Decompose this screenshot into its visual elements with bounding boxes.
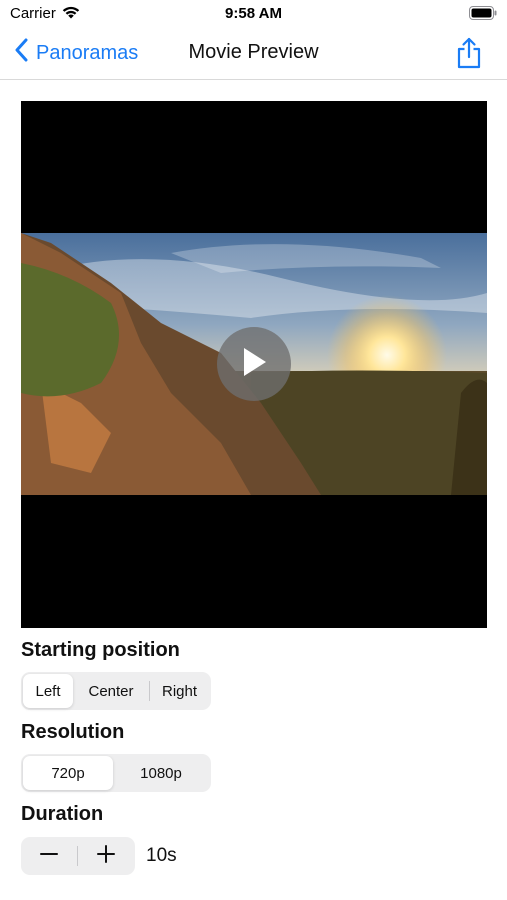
clock: 9:58 AM: [225, 5, 282, 22]
resolution-segmented-control: 720p 1080p: [21, 754, 211, 792]
increment-button[interactable]: [78, 837, 134, 875]
decrement-button[interactable]: [21, 837, 77, 875]
segment-1080p[interactable]: 1080p: [113, 756, 209, 790]
status-bar: Carrier 9:58 AM: [0, 0, 507, 30]
share-icon: [456, 37, 482, 73]
video-player[interactable]: [21, 101, 487, 628]
starting-position-label: Starting position: [21, 639, 180, 661]
plus-icon: [96, 844, 116, 869]
navigation-bar: Panoramas Movie Preview: [0, 30, 507, 80]
play-icon: [239, 345, 269, 384]
battery-icon: [469, 6, 497, 25]
resolution-label: Resolution: [21, 721, 125, 743]
duration-value: 10s: [146, 845, 177, 866]
segment-center[interactable]: Center: [73, 674, 149, 708]
duration-label: Duration: [21, 803, 104, 825]
segment-720p[interactable]: 720p: [23, 756, 113, 790]
minus-icon: [39, 844, 59, 869]
starting-position-segmented-control: Left Center Right: [21, 672, 211, 710]
segment-left[interactable]: Left: [23, 674, 73, 708]
duration-stepper: [21, 837, 135, 875]
page-title: Movie Preview: [188, 41, 319, 63]
play-button[interactable]: [217, 327, 291, 401]
share-button[interactable]: [456, 37, 482, 74]
segment-right[interactable]: Right: [150, 674, 209, 708]
